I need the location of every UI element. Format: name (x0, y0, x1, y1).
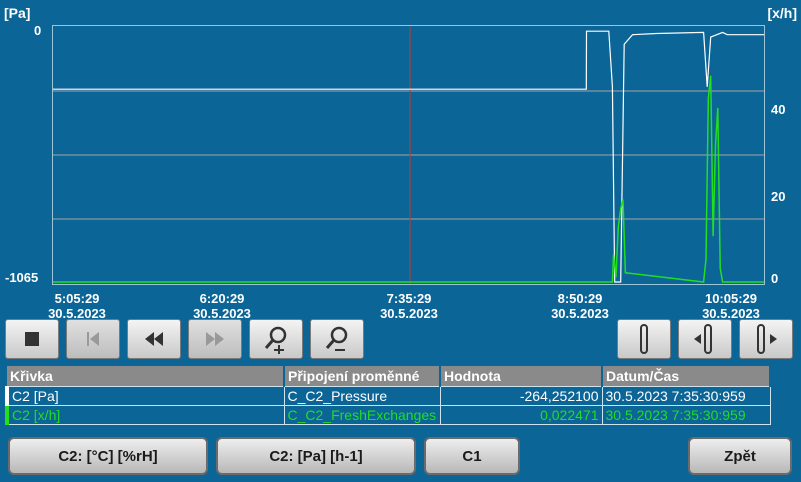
rewind-button[interactable] (127, 319, 181, 359)
x-tick: 10:05:29 30.5.2023 (702, 291, 760, 321)
rewind-icon (145, 332, 163, 346)
right-axis-unit: [x/h] (767, 5, 797, 21)
curve-cell: C2 [x/h] (5, 405, 285, 425)
zoom-in-icon (264, 326, 287, 354)
table-row[interactable]: C2 [x/h] C_C2_FreshExchanges 0,022471 30… (5, 405, 771, 425)
x-tick: 7:35:29 30.5.2023 (380, 291, 438, 321)
ruler-button[interactable] (617, 319, 671, 359)
table-header-row: Křivka Připojení proměnné Hodnota Datum/… (7, 366, 771, 387)
c2-temperature-humidity-button[interactable]: C2: [°C] [%rH] (8, 437, 208, 475)
exchange-series-line (53, 75, 764, 283)
forward-button[interactable] (188, 319, 242, 359)
zoom-in-button[interactable] (249, 319, 303, 359)
y-left-tick: 0 (34, 23, 42, 38)
y-right-tick: 0 (771, 271, 779, 286)
skip-start-icon (87, 332, 99, 346)
pressure-series-line (53, 30, 764, 283)
variable-cell: C_C2_FreshExchanges (283, 405, 441, 425)
skip-start-button[interactable] (66, 319, 120, 359)
forward-icon (206, 332, 224, 346)
back-button[interactable]: Zpět (688, 437, 792, 475)
column-header: Křivka (7, 366, 285, 387)
column-header: Připojení proměnné (284, 366, 441, 387)
x-tick: 6:20:29 30.5.2023 (193, 291, 251, 321)
variable-cell: C_C2_Pressure (283, 386, 441, 406)
left-axis-unit: [Pa] (4, 5, 31, 21)
ruler-right-icon (757, 324, 777, 354)
column-header: Datum/Čas (602, 366, 771, 387)
trend-chart[interactable] (52, 25, 765, 285)
stop-icon (25, 332, 39, 346)
stop-button[interactable] (5, 319, 59, 359)
y-right-tick: 40 (771, 102, 786, 117)
column-header: Hodnota (440, 366, 603, 387)
trend-chart-plot (53, 26, 764, 284)
zoom-out-icon (325, 326, 348, 351)
value-cell: 0,022471 (439, 405, 603, 425)
zoom-out-button[interactable] (310, 319, 364, 359)
ruler-right-button[interactable] (739, 319, 793, 359)
y-left-tick: -1065 (5, 270, 39, 285)
datetime-cell: 30.5.2023 7:35:30:959 (601, 386, 771, 406)
curve-table: Křivka Připojení proměnné Hodnota Datum/… (5, 366, 771, 425)
datetime-cell: 30.5.2023 7:35:30:959 (601, 405, 771, 425)
ruler-left-button[interactable] (678, 319, 732, 359)
y-right-tick: 20 (771, 189, 786, 204)
ruler-icon (640, 324, 648, 354)
table-row[interactable]: C2 [Pa] C_C2_Pressure -264,252100 30.5.2… (5, 386, 771, 406)
c2-pressure-exchange-button[interactable]: C2: [Pa] [h-1] (216, 437, 416, 475)
c1-button[interactable]: C1 (424, 437, 520, 475)
curve-cell: C2 [Pa] (5, 386, 285, 406)
x-tick: 5:05:29 30.5.2023 (48, 291, 106, 321)
x-tick: 8:50:29 30.5.2023 (551, 291, 609, 321)
value-cell: -264,252100 (439, 386, 603, 406)
ruler-left-icon (694, 324, 712, 354)
